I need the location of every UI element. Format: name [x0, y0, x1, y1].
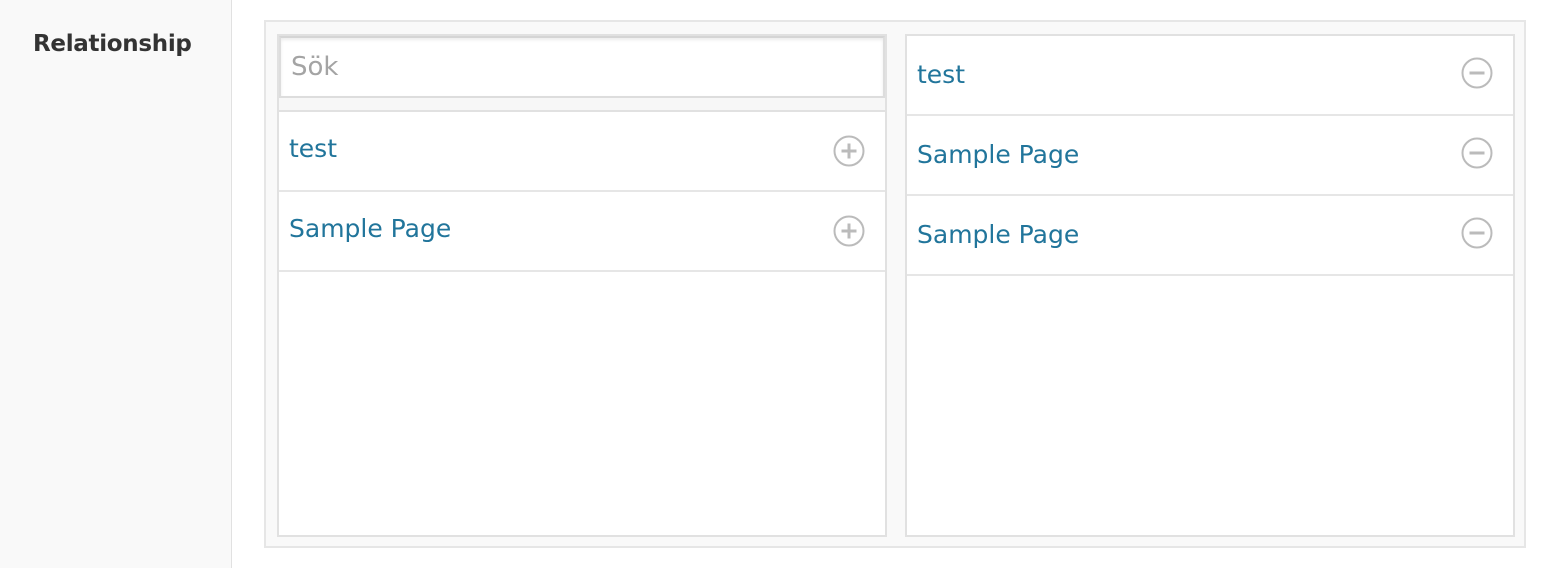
minus-circle-icon[interactable] [1461, 137, 1493, 169]
search-area [279, 36, 885, 112]
choice-item-label: test [289, 134, 338, 163]
selected-item[interactable]: Sample Page [907, 196, 1513, 276]
relationship-field: test Sample Page test Sample [264, 20, 1526, 548]
search-input[interactable] [279, 36, 885, 98]
plus-circle-icon[interactable] [833, 215, 865, 247]
minus-circle-icon[interactable] [1461, 57, 1493, 89]
choice-item[interactable]: Sample Page [279, 192, 885, 272]
field-label-column: Relationship [0, 0, 232, 568]
selected-item-label: Sample Page [917, 220, 1080, 249]
selected-item-label: Sample Page [917, 140, 1080, 169]
selected-item[interactable]: Sample Page [907, 116, 1513, 196]
choice-item-label: Sample Page [289, 214, 452, 243]
field-label: Relationship [33, 31, 192, 57]
selected-panel: test Sample Page Sample Page [905, 34, 1515, 537]
plus-circle-icon[interactable] [833, 135, 865, 167]
minus-circle-icon[interactable] [1461, 217, 1493, 249]
selected-item[interactable]: test [907, 36, 1513, 116]
choice-item[interactable]: test [279, 112, 885, 192]
selected-item-label: test [917, 60, 966, 89]
choices-panel: test Sample Page [277, 34, 887, 537]
